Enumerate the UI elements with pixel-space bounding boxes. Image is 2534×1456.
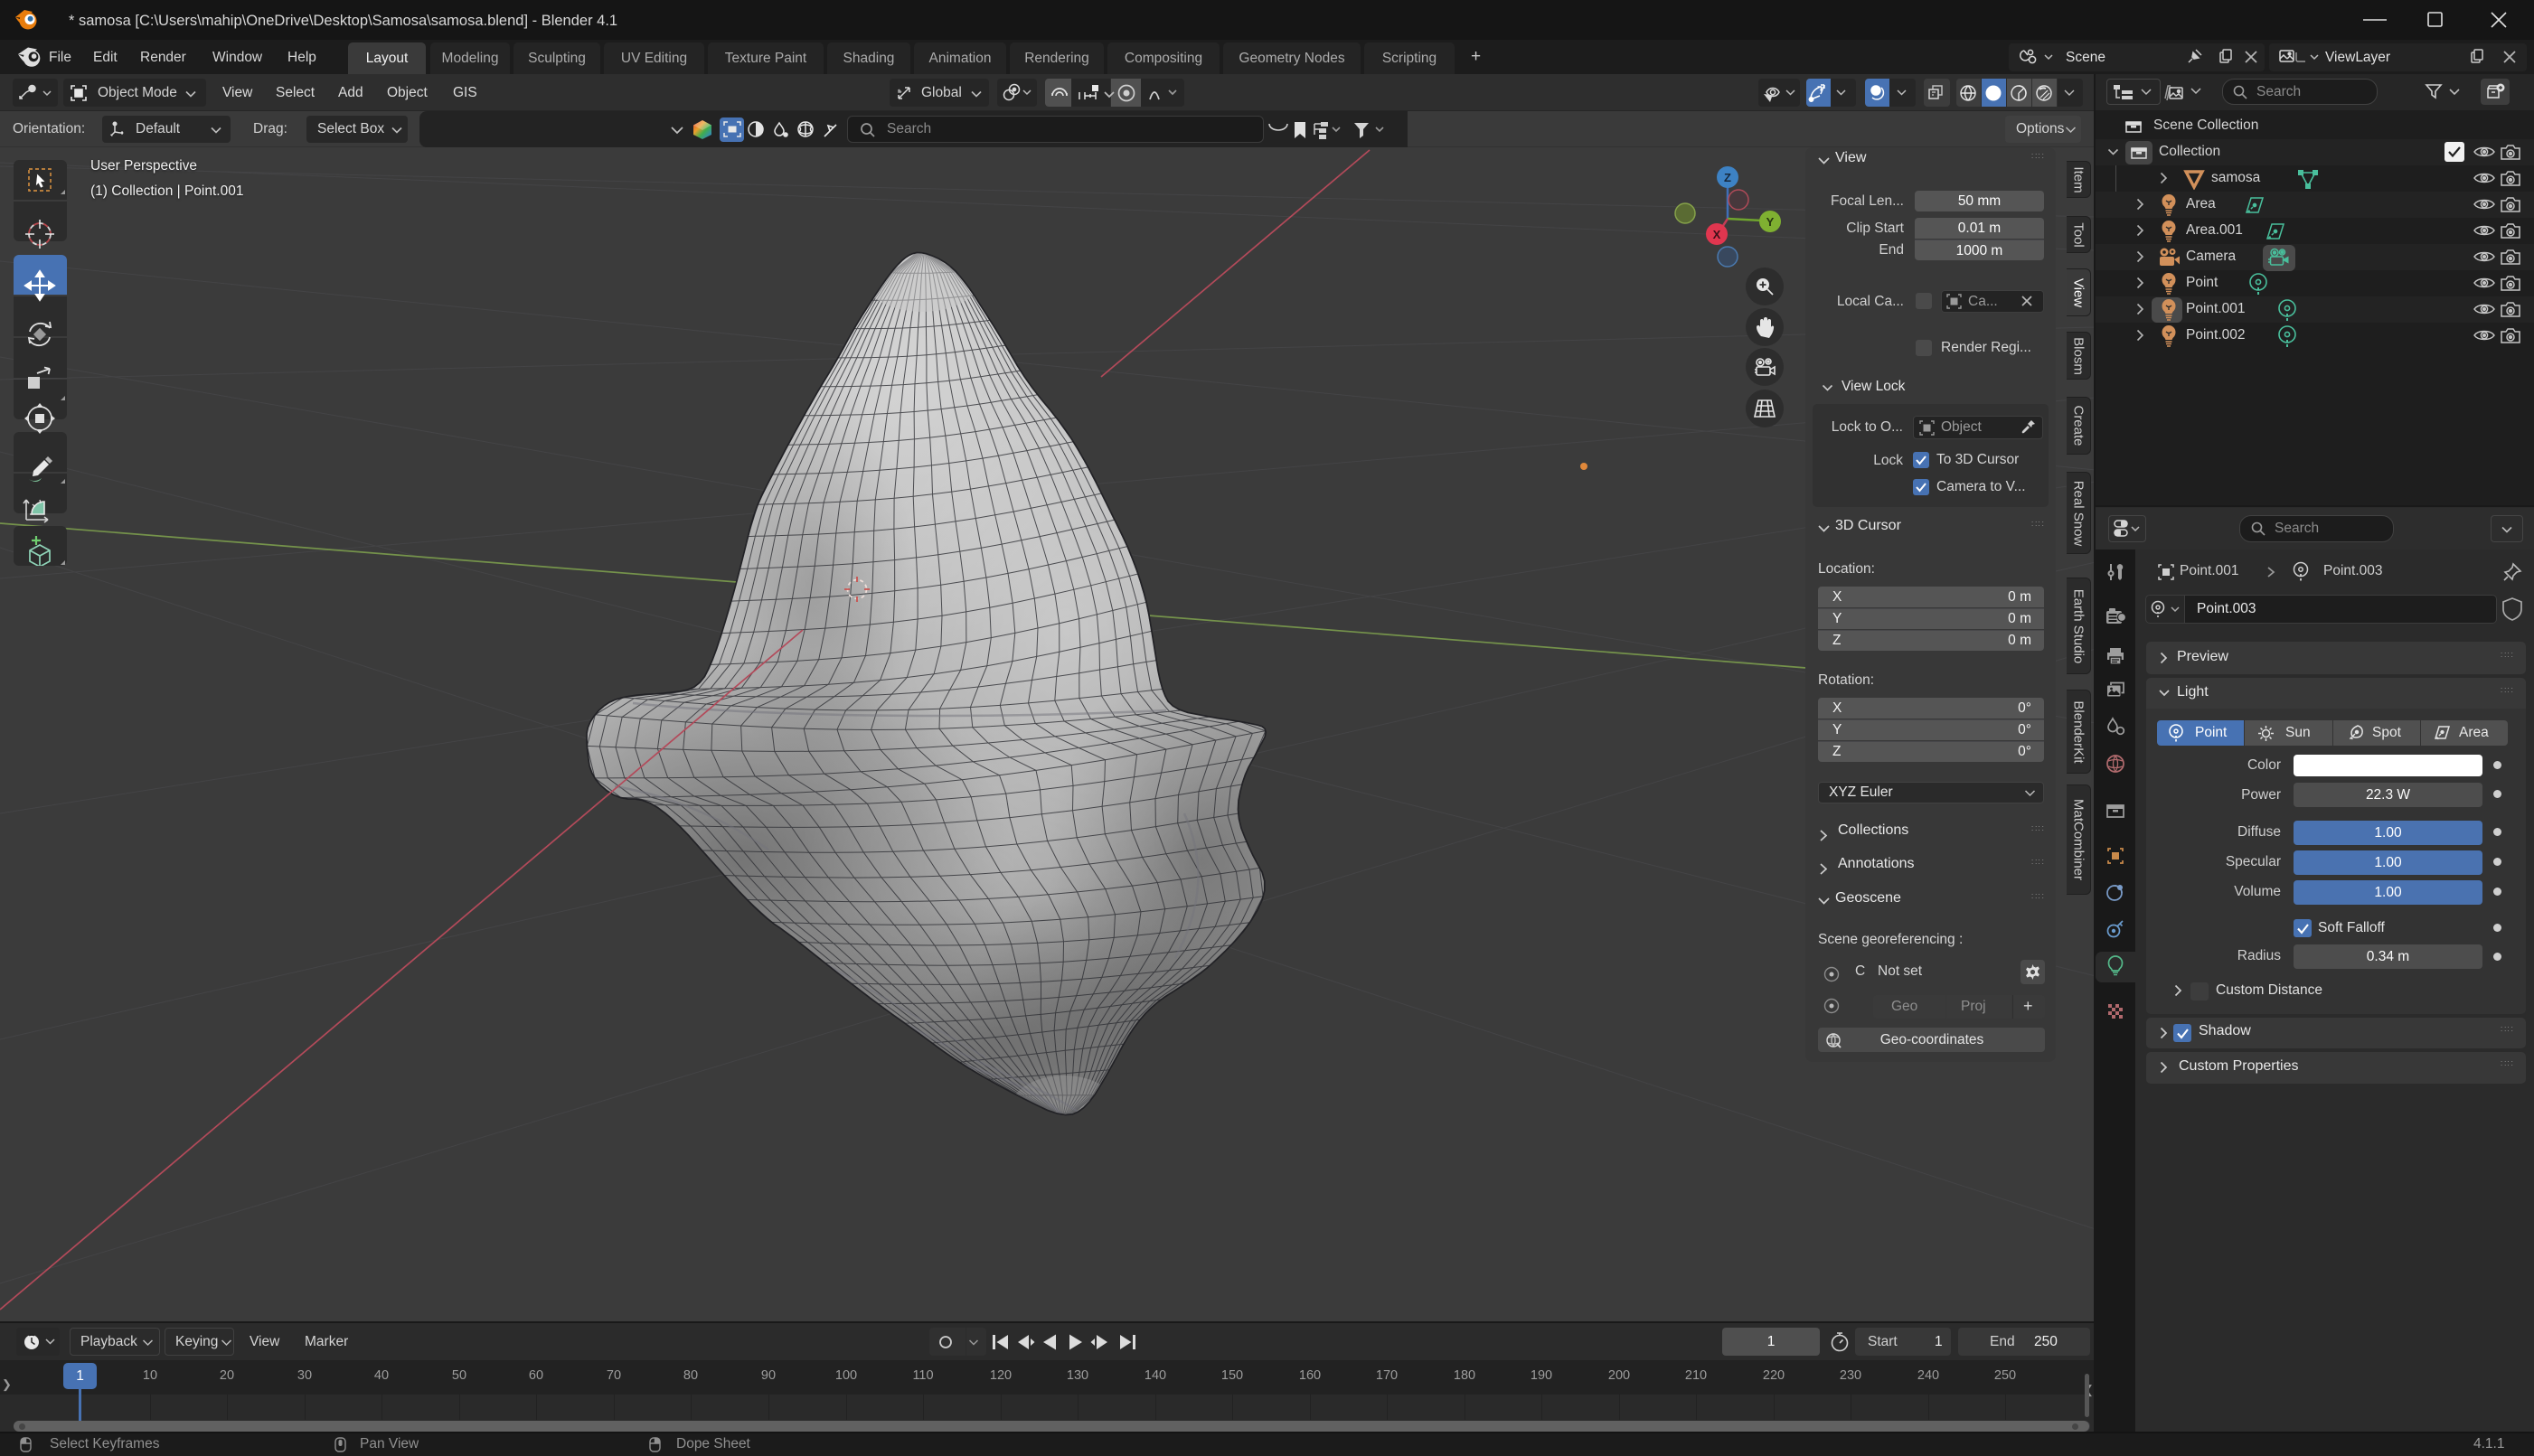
svg-text:Z: Z [1724,171,1731,184]
svg-text:Y: Y [1766,215,1775,229]
svg-text:X: X [1713,228,1721,241]
